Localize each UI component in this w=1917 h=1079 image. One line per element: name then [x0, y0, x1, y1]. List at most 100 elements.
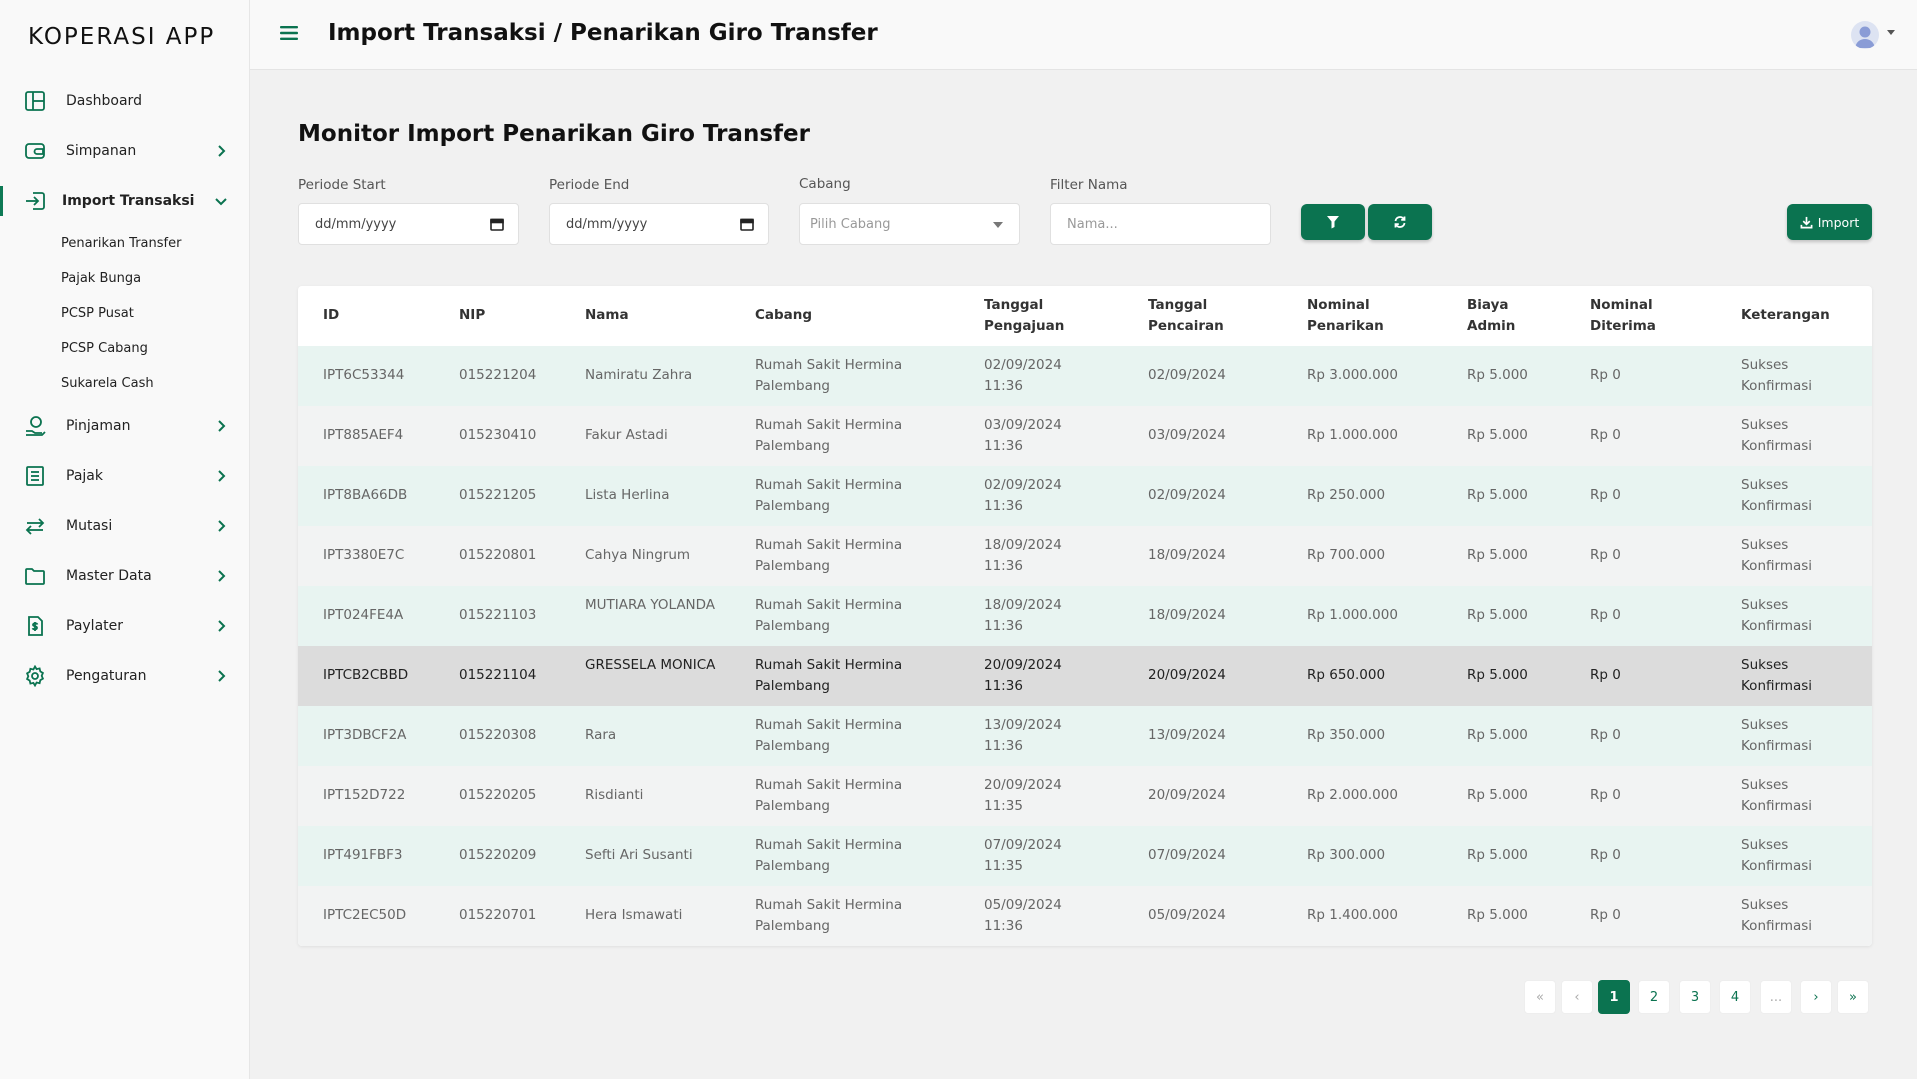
col-nominal-penarikan[interactable]: Nominal Penarikan	[1307, 295, 1397, 337]
sidebar-item-pengaturan[interactable]: Pengaturan	[0, 651, 250, 701]
col-nominal-diterima[interactable]: Nominal Diterima	[1590, 295, 1670, 337]
cabang-label: Cabang	[799, 176, 851, 192]
cell-ket: Sukses Konfirmasi	[1741, 897, 1813, 934]
col-id[interactable]: ID	[323, 305, 339, 326]
table-row[interactable]: IPT885AEF4 015230410 Fakur Astadi Rumah Sak…	[298, 406, 1872, 466]
sidebar-item-pajak[interactable]: Pajak	[0, 451, 250, 501]
menu-toggle-icon[interactable]	[280, 25, 298, 41]
cell-nip: 015220205	[459, 787, 537, 803]
periode-start-input[interactable]: dd/mm/yyyy	[298, 203, 519, 245]
cell-pencairan: 13/09/2024	[1148, 727, 1226, 743]
cell-cabang: Rumah Sakit Hermina Palembang	[755, 897, 903, 934]
sidebar-item-label: Pengaturan	[66, 668, 147, 684]
user-avatar[interactable]	[1851, 21, 1879, 49]
pagination-prev[interactable]: ‹	[1561, 980, 1593, 1014]
col-keterangan[interactable]: Keterangan	[1741, 305, 1830, 326]
cell-diterima: Rp 0	[1590, 787, 1621, 803]
chevron-right-icon	[218, 420, 226, 432]
cell-nominal: Rp 1.000.000	[1307, 607, 1398, 623]
cell-diterima: Rp 0	[1590, 907, 1621, 923]
sidebar-sub-pcsp-cabang[interactable]: PCSP Cabang	[0, 331, 250, 366]
sidebar-item-mutasi[interactable]: Mutasi	[0, 501, 250, 551]
col-cabang[interactable]: Cabang	[755, 305, 812, 326]
cell-pengajuan: 02/09/2024 11:36	[984, 357, 1062, 394]
calendar-icon[interactable]	[490, 217, 504, 231]
cell-biaya: Rp 5.000	[1467, 487, 1528, 503]
table-row[interactable]: IPT152D722 015220205 Risdianti Rumah Sakit …	[298, 766, 1872, 826]
sidebar-sub-penarikan-transfer[interactable]: Penarikan Transfer	[0, 226, 250, 261]
cell-id: IPT8BA66DB	[323, 487, 408, 503]
cell-nominal: Rp 1.000.000	[1307, 427, 1398, 443]
sidebar-sub-pcsp-pusat[interactable]: PCSP Pusat	[0, 296, 250, 331]
cell-nama: Sefti Ari Susanti	[585, 847, 693, 863]
cell-pengajuan: 02/09/2024 11:36	[984, 477, 1062, 514]
table-row[interactable]: IPT024FE4A 015221103 MUTIARA YOLANDA Rumah …	[298, 586, 1872, 646]
cell-pencairan: 07/09/2024	[1148, 847, 1226, 863]
col-biaya-admin[interactable]: Biaya Admin	[1467, 295, 1527, 337]
col-nama[interactable]: Nama	[585, 305, 629, 326]
cell-nip: 015230410	[459, 427, 537, 443]
table-row[interactable]: IPT491FBF3 015220209 Sefti Ari Susanti Ruma…	[298, 826, 1872, 886]
pagination-first[interactable]: «	[1524, 980, 1556, 1014]
cell-pengajuan: 20/09/2024 11:35	[984, 777, 1062, 814]
filter-button[interactable]	[1301, 204, 1365, 240]
sidebar-sub-sukarela-cash[interactable]: Sukarela Cash	[0, 366, 250, 401]
user-menu-caret-icon[interactable]	[1887, 30, 1895, 35]
cell-ket: Sukses Konfirmasi	[1741, 837, 1813, 874]
cabang-select[interactable]: Pilih Cabang	[799, 203, 1020, 245]
import-button-label: Import	[1817, 214, 1860, 230]
pagination-next[interactable]: ›	[1800, 980, 1832, 1014]
sidebar-item-import-transaksi[interactable]: Import Transaksi	[0, 176, 250, 226]
import-button[interactable]: Import	[1787, 204, 1872, 240]
cell-nama: Cahya Ningrum	[585, 547, 691, 563]
cell-diterima: Rp 0	[1590, 847, 1621, 863]
cell-biaya: Rp 5.000	[1467, 547, 1528, 563]
cell-diterima: Rp 0	[1590, 607, 1621, 623]
filter-nama-input[interactable]: Nama...	[1050, 203, 1271, 245]
cell-id: IPT491FBF3	[323, 847, 403, 863]
pagination-page-1[interactable]: 1	[1598, 980, 1630, 1014]
sidebar-item-simpanan[interactable]: Simpanan	[0, 126, 250, 176]
sidebar-item-paylater[interactable]: Paylater	[0, 601, 250, 651]
cell-cabang: Rumah Sakit Hermina Palembang	[755, 537, 903, 574]
table-row[interactable]: IPT3380E7C 015220801 Cahya Ningrum Rumah Sa…	[298, 526, 1872, 586]
col-tanggal-pengajuan[interactable]: Tanggal Pengajuan	[984, 295, 1084, 337]
chevron-right-icon	[218, 570, 226, 582]
cell-pencairan: 05/09/2024	[1148, 907, 1226, 923]
sidebar-item-dashboard[interactable]: Dashboard	[0, 76, 250, 126]
pagination-page-4[interactable]: 4	[1719, 980, 1751, 1014]
col-tanggal-pencairan[interactable]: Tanggal Pencairan	[1148, 295, 1238, 337]
swap-icon	[25, 518, 45, 535]
reset-button[interactable]	[1368, 204, 1432, 240]
cell-diterima: Rp 0	[1590, 427, 1621, 443]
sidebar-item-master-data[interactable]: Master Data	[0, 551, 250, 601]
cell-nominal: Rp 650.000	[1307, 667, 1386, 683]
col-nip[interactable]: NIP	[459, 305, 485, 326]
pagination-last[interactable]: »	[1837, 980, 1869, 1014]
user-icon	[1855, 26, 1875, 48]
chevron-right-icon	[218, 620, 226, 632]
cell-id: IPT3380E7C	[323, 547, 405, 563]
cell-cabang: Rumah Sakit Hermina Palembang	[755, 717, 903, 754]
cell-pencairan: 03/09/2024	[1148, 427, 1226, 443]
table-row[interactable]: IPT3DBCF2A 015220308 Rara Rumah Sakit Hermi…	[298, 706, 1872, 766]
topbar: Import Transaksi / Penarikan Giro Transf…	[250, 0, 1917, 70]
cell-id: IPTC2EC50D	[323, 907, 407, 923]
table-row[interactable]: IPTCB2CBBD 015221104 GRESSELA MONICA Rumah …	[298, 646, 1872, 706]
sidebar-sub-pajak-bunga[interactable]: Pajak Bunga	[0, 261, 250, 296]
table-row[interactable]: IPTC2EC50D 015220701 Hera Ismawati Rumah Sa…	[298, 886, 1872, 946]
calendar-icon[interactable]	[740, 217, 754, 231]
sidebar-item-label: Simpanan	[66, 143, 137, 159]
pagination-page-2[interactable]: 2	[1638, 980, 1670, 1014]
periode-end-input[interactable]: dd/mm/yyyy	[549, 203, 769, 245]
download-icon	[1800, 216, 1813, 228]
table-row[interactable]: IPT6C53344 015221204 Namiratu Zahra Rumah S…	[298, 346, 1872, 406]
cell-biaya: Rp 5.000	[1467, 847, 1528, 863]
table-header: ID NIP Nama Cabang Tanggal Pengajuan Tan…	[298, 286, 1872, 346]
cell-pencairan: 18/09/2024	[1148, 607, 1226, 623]
table-row[interactable]: IPT8BA66DB 015221205 Lista Herlina Rumah Sa…	[298, 466, 1872, 526]
sidebar-item-pinjaman[interactable]: Pinjaman	[0, 401, 250, 451]
cell-pencairan: 20/09/2024	[1148, 787, 1226, 803]
cell-id: IPT885AEF4	[323, 427, 404, 443]
pagination-page-3[interactable]: 3	[1679, 980, 1711, 1014]
